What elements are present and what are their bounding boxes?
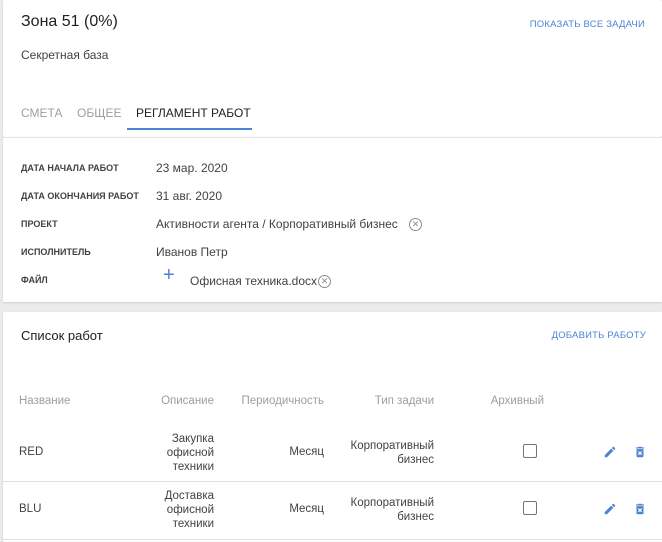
- column-header-archived[interactable]: Архивный: [491, 395, 544, 407]
- details-card: ДАТА НАЧАЛА РАБОТ 23 мар. 2020 ДАТА ОКОН…: [3, 137, 662, 302]
- row-divider: [3, 539, 662, 540]
- assignee-label: ИСПОЛНИТЕЛЬ: [21, 247, 91, 257]
- column-header-task-type[interactable]: Тип задачи: [375, 395, 434, 407]
- active-tab-indicator: [127, 128, 252, 130]
- start-date-label: ДАТА НАЧАЛА РАБОТ: [21, 163, 119, 173]
- project-label: ПРОЕКТ: [21, 219, 58, 229]
- remove-file-icon[interactable]: ✕: [318, 275, 331, 288]
- end-date-value[interactable]: 31 авг. 2020: [156, 189, 222, 203]
- row-task-type: Корпоративный бизнес: [350, 497, 435, 523]
- row-period: Месяц: [289, 446, 324, 458]
- delete-icon[interactable]: [633, 502, 647, 516]
- edit-icon[interactable]: [603, 445, 617, 459]
- end-date-label: ДАТА ОКОНЧАНИЯ РАБОТ: [21, 191, 139, 201]
- header-card: Зона 51 (0%) Секретная база ПОКАЗАТЬ ВСЕ…: [3, 0, 662, 137]
- row-divider: [3, 481, 662, 482]
- row-task-type: Корпоративный бизнес: [350, 440, 435, 466]
- show-all-tasks-button[interactable]: ПОКАЗАТЬ ВСЕ ЗАДАЧИ: [530, 19, 645, 30]
- edit-icon[interactable]: [603, 502, 617, 516]
- row-description: Доставка офисной техники: [164, 490, 214, 530]
- project-value[interactable]: Активности агента / Корпоративный бизнес: [156, 217, 398, 231]
- tab-estimate[interactable]: СМЕТА: [21, 92, 62, 134]
- row-name: RED: [19, 446, 44, 458]
- file-name[interactable]: Офисная техника.docx: [190, 274, 317, 288]
- delete-icon[interactable]: [633, 445, 647, 459]
- tab-general[interactable]: ОБЩЕЕ: [77, 92, 121, 134]
- clear-project-icon[interactable]: ✕: [409, 218, 422, 231]
- add-work-button[interactable]: ДОБАВИТЬ РАБОТУ: [552, 330, 646, 341]
- column-header-description[interactable]: Описание: [161, 395, 214, 407]
- works-card: Список работ ДОБАВИТЬ РАБОТУ Название Оп…: [3, 312, 662, 542]
- row-name: BLU: [19, 503, 42, 515]
- assignee-value[interactable]: Иванов Петр: [156, 245, 228, 259]
- file-label: ФАЙЛ: [21, 275, 48, 285]
- archived-checkbox[interactable]: [523, 501, 537, 515]
- archived-checkbox[interactable]: [523, 444, 537, 458]
- row-description: Закупка офисной техники: [166, 433, 214, 473]
- page-title: Зона 51 (0%): [21, 13, 118, 30]
- page-subtitle: Секретная база: [21, 48, 109, 62]
- row-period: Месяц: [289, 503, 324, 515]
- add-file-icon[interactable]: +: [163, 265, 175, 285]
- column-header-period[interactable]: Периодичность: [241, 395, 324, 407]
- works-section-title: Список работ: [21, 328, 103, 343]
- column-header-name[interactable]: Название: [19, 395, 70, 407]
- start-date-value[interactable]: 23 мар. 2020: [156, 161, 228, 175]
